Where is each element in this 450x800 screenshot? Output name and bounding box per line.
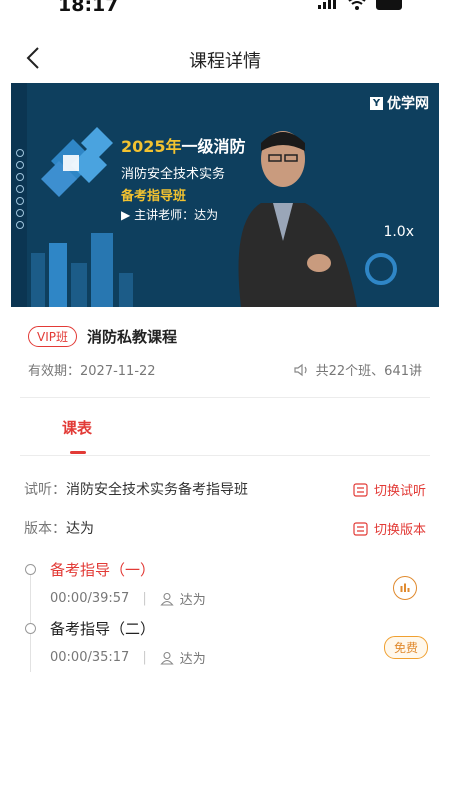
wifi-icon (348, 0, 366, 10)
trial-label: 试听： (24, 482, 66, 498)
lesson-teacher-name: 达为 (179, 652, 206, 667)
lesson-time: 00:00/39:57 (50, 591, 130, 606)
switch-version-label: 切换版本 (373, 523, 426, 538)
lesson-title[interactable]: 备考指导（二） (50, 618, 155, 639)
switch-trial-label: 切换试听 (373, 484, 426, 499)
tab-schedule[interactable]: 课表 (62, 417, 92, 438)
video-title-year: 2025年 (121, 137, 182, 156)
brand-logo: Y 优学网 (370, 93, 429, 113)
video-slide-teacher: ▶ 主讲老师：达为 (121, 206, 218, 223)
version-label: 版本： (24, 521, 66, 537)
timeline-node (25, 623, 36, 634)
video-teacher-text: 主讲老师：达为 (134, 208, 219, 222)
timeline-node (25, 564, 36, 575)
lesson-teacher-name: 达为 (179, 593, 206, 608)
vip-badge: VIP班 (28, 326, 77, 347)
teacher-icon (160, 651, 174, 665)
switch-trial-button[interactable]: 切换试听 (353, 480, 426, 499)
video-slide-subtitle-2: 备考指导班 (121, 189, 187, 204)
course-stats-text: 共22个班、641讲 (315, 364, 422, 379)
page-title: 课程详情 (189, 51, 261, 72)
cellular-signal-icon (318, 0, 336, 9)
status-bar: 18:17 (0, 0, 450, 22)
battery-icon (376, 0, 402, 10)
play-circle-icon: ▶ (121, 208, 131, 222)
playing-indicator-icon[interactable] (393, 576, 417, 600)
divider (20, 455, 430, 456)
divider (20, 397, 430, 398)
course-validity: 有效期：2027-11-22 (28, 364, 156, 379)
lesson-title[interactable]: 备考指导（一） (50, 559, 155, 580)
status-time: 18:17 (58, 0, 119, 16)
playback-speed-button[interactable]: 1.0x (383, 224, 414, 240)
nav-bar: 课程详情 (0, 38, 450, 78)
version-row: 版本：达为 (24, 518, 94, 538)
tab-active-indicator (70, 451, 86, 454)
switch-icon (353, 482, 368, 497)
separator: | (142, 591, 147, 606)
teacher-icon (160, 592, 174, 606)
trial-value: 消防安全技术实务备考指导班 (66, 482, 248, 498)
separator: | (142, 650, 147, 665)
lesson-time: 00:00/35:17 (50, 650, 130, 665)
presenter-figure (238, 131, 357, 307)
free-badge[interactable]: 免费 (383, 636, 428, 659)
lesson-teacher: 达为 (160, 648, 206, 667)
status-icons (318, 0, 402, 10)
brand-name: 优学网 (387, 96, 429, 112)
trial-row: 试听：消防安全技术实务备考指导班 (24, 479, 248, 499)
video-player[interactable]: Y 优学网 2025年一级消防 消防安全技术实务 备考指导班 ▶ 主讲老师：达为… (11, 83, 439, 307)
version-value: 达为 (66, 521, 94, 537)
brand-mark-icon: Y (370, 96, 383, 110)
course-header: VIP班 消防私教课程 (28, 326, 177, 347)
speaker-icon (294, 363, 307, 376)
lesson-meta: 00:00/39:57 | 达为 (50, 589, 206, 608)
course-stats: 共22个班、641讲 (294, 360, 422, 379)
lesson-meta: 00:00/35:17 | 达为 (50, 648, 206, 667)
switch-version-button[interactable]: 切换版本 (353, 519, 426, 538)
switch-icon (353, 521, 368, 536)
course-name: 消防私教课程 (87, 328, 178, 346)
timeline-line (30, 568, 31, 672)
lesson-teacher: 达为 (160, 589, 206, 608)
video-slide-subtitle: 消防安全技术实务 (121, 167, 226, 182)
